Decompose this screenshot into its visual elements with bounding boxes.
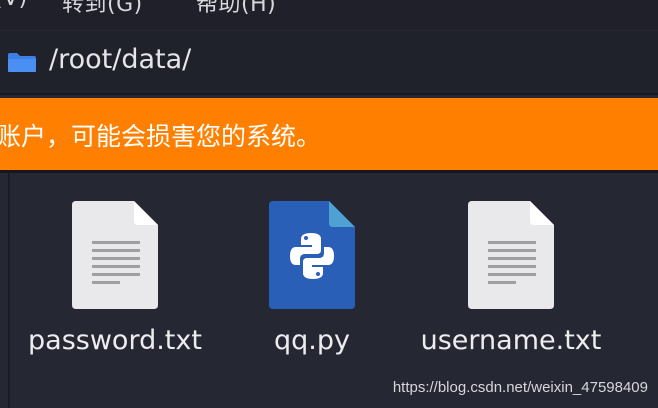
- menu-view[interactable]: (V): [0, 0, 28, 11]
- file-item[interactable]: qq.py: [212, 173, 412, 373]
- python-file-icon: [269, 201, 355, 309]
- file-item[interactable]: password.txt: [15, 173, 215, 373]
- menu-go[interactable]: 转到(G): [62, 0, 143, 18]
- menubar: (V) 转到(G) 帮助(H): [0, 0, 658, 30]
- file-name: qq.py: [274, 325, 350, 356]
- warning-text: 账户，可能会损害您的系统。: [0, 122, 322, 151]
- folder-icon: [8, 53, 36, 72]
- file-name: password.txt: [28, 325, 202, 356]
- menu-help[interactable]: 帮助(H): [196, 0, 276, 18]
- file-view: password.txt qq.py username.txt https://…: [0, 173, 658, 408]
- file-manager-window: (V) 转到(G) 帮助(H) /root/data/ 账户，可能会损害您的系统…: [0, 0, 658, 408]
- watermark: https://blog.csdn.net/weixin_47598409: [392, 379, 648, 396]
- location-bar[interactable]: /root/data/: [0, 31, 658, 95]
- current-path[interactable]: /root/data/: [49, 44, 191, 75]
- sidebar-divider: [8, 173, 10, 408]
- file-item[interactable]: username.txt: [411, 173, 611, 373]
- file-name: username.txt: [420, 325, 602, 356]
- text-file-icon: [468, 201, 554, 309]
- text-file-icon: [72, 201, 158, 309]
- root-warning-banner: 账户，可能会损害您的系统。: [0, 98, 658, 170]
